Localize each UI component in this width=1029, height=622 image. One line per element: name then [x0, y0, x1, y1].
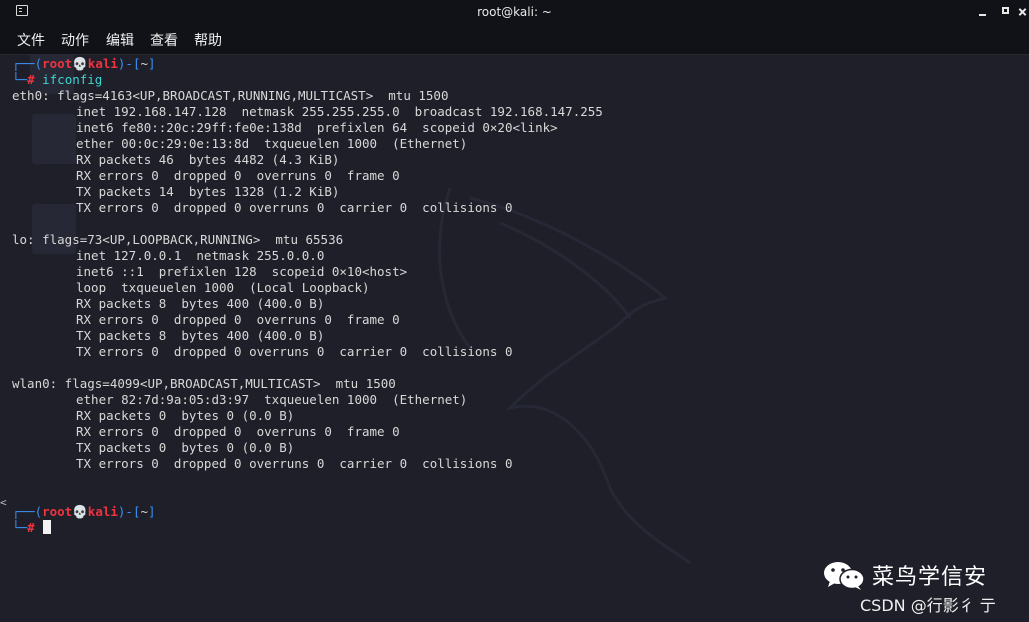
- menu-help[interactable]: 帮助: [194, 30, 222, 50]
- output-line: RX packets 0 bytes 0 (0.0 B): [76, 408, 295, 423]
- output-line: RX errors 0 dropped 0 overruns 0 frame 0: [76, 168, 400, 183]
- iface-header-eth0: eth0: flags=4163<UP,BROADCAST,RUNNING,MU…: [12, 88, 449, 103]
- output-line: inet6 ::1 prefixlen 128 scopeid 0×10<hos…: [76, 264, 408, 279]
- menu-file[interactable]: 文件: [17, 30, 45, 50]
- maximize-icon[interactable]: [998, 3, 1014, 19]
- title-bar: root@kali: ~: [0, 0, 1029, 24]
- output-line: ether 00:0c:29:0e:13:8d txqueuelen 1000 …: [76, 136, 468, 151]
- iface-header-wlan0: wlan0: flags=4099<UP,BROADCAST,MULTICAST…: [12, 376, 396, 391]
- input-line[interactable]: └─#: [12, 520, 51, 536]
- output-line: RX packets 46 bytes 4482 (4.3 KiB): [76, 152, 340, 167]
- menu-actions[interactable]: 动作: [61, 30, 89, 50]
- output-line: RX errors 0 dropped 0 overruns 0 frame 0: [76, 424, 400, 439]
- output-line: TX packets 14 bytes 1328 (1.2 KiB): [76, 184, 340, 199]
- skull-icon: 💀: [72, 504, 88, 519]
- prompt-line-1: ┌──(root💀kali)-[~]: [12, 56, 156, 71]
- iface-header-lo: lo: flags=73<UP,LOOPBACK,RUNNING> mtu 65…: [12, 232, 344, 247]
- command-text: ifconfig: [42, 72, 103, 87]
- edge-caret: <: [0, 496, 7, 509]
- output-line: TX errors 0 dropped 0 overruns 0 carrier…: [76, 456, 513, 471]
- output-line: TX packets 8 bytes 400 (400.0 B): [76, 328, 325, 343]
- watermark: 菜鸟学信安 CSDN @行影彳 亍: [822, 554, 1022, 622]
- output-line: RX packets 8 bytes 400 (400.0 B): [76, 296, 325, 311]
- output-line: TX errors 0 dropped 0 overruns 0 carrier…: [76, 344, 513, 359]
- watermark-title: 菜鸟学信安: [872, 565, 988, 590]
- command-line: └─# ifconfig: [12, 72, 103, 87]
- output-line: inet 127.0.0.1 netmask 255.0.0.0: [76, 248, 325, 263]
- output-line: ether 82:7d:9a:05:d3:97 txqueuelen 1000 …: [76, 392, 468, 407]
- prompt-line-2: ┌──(root💀kali)-[~]: [12, 504, 156, 519]
- output-line: TX packets 0 bytes 0 (0.0 B): [76, 440, 295, 455]
- output-line: inet6 fe80::20c:29ff:fe0e:138d prefixlen…: [76, 120, 558, 135]
- output-line: loop txqueuelen 1000 (Local Loopback): [76, 280, 370, 295]
- menu-bar: 文件 动作 编辑 查看 帮助: [0, 24, 1029, 55]
- minimize-icon[interactable]: [975, 3, 991, 19]
- output-line: TX errors 0 dropped 0 overruns 0 carrier…: [76, 200, 513, 215]
- output-line: inet 192.168.147.128 netmask 255.255.255…: [76, 104, 603, 119]
- wechat-icon: [824, 562, 865, 590]
- window-title: root@kali: ~: [477, 5, 552, 19]
- skull-icon: 💀: [72, 56, 88, 71]
- output-line: RX errors 0 dropped 0 overruns 0 frame 0: [76, 312, 400, 327]
- terminal-area[interactable]: ┌──(root💀kali)-[~] └─# ifconfig eth0: fl…: [0, 54, 1029, 622]
- text-cursor: [42, 520, 51, 534]
- watermark-subtitle: CSDN @行影彳 亍: [860, 596, 996, 615]
- menu-view[interactable]: 查看: [150, 30, 178, 50]
- menu-edit[interactable]: 编辑: [106, 30, 134, 50]
- close-icon[interactable]: [1017, 3, 1027, 19]
